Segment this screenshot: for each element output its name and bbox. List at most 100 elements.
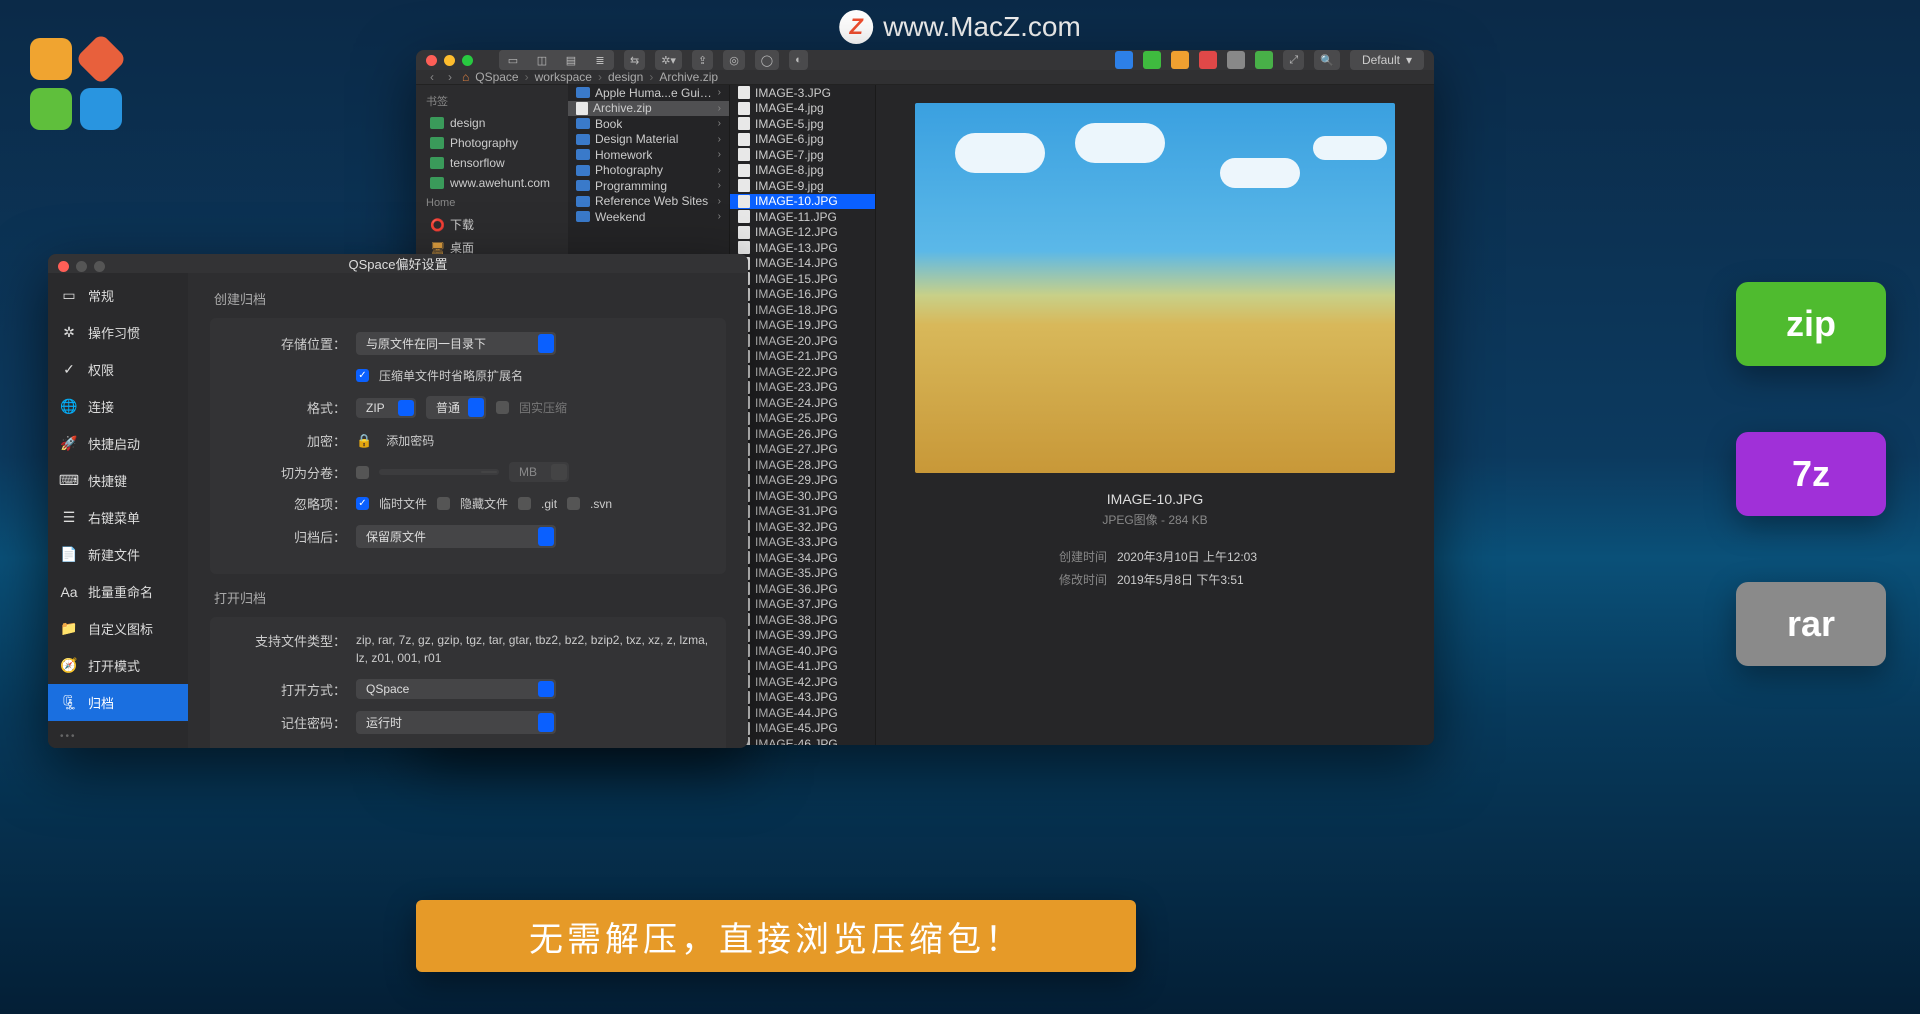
prefs-sidebar-item[interactable]: 📁自定义图标 bbox=[48, 610, 188, 647]
folder-row[interactable]: Book› bbox=[568, 116, 729, 132]
breadcrumb-0[interactable]: QSpace bbox=[475, 70, 518, 84]
workspace-dot-3[interactable] bbox=[1171, 51, 1189, 69]
file-row[interactable]: IMAGE-16.JPG bbox=[730, 287, 875, 303]
folder-row[interactable]: Design Material› bbox=[568, 132, 729, 148]
split-checkbox[interactable] bbox=[356, 466, 369, 479]
storage-select[interactable]: 与原文件在同一目录下 bbox=[356, 332, 556, 355]
maximize-button[interactable] bbox=[462, 55, 473, 66]
sidebar-bookmark-item[interactable]: www.awehunt.com bbox=[416, 173, 568, 193]
sidebar-bookmark-item[interactable]: tensorflow bbox=[416, 153, 568, 173]
file-row[interactable]: IMAGE-41.JPG bbox=[730, 659, 875, 675]
file-row[interactable]: IMAGE-44.JPG bbox=[730, 705, 875, 721]
workspace-dot-2[interactable] bbox=[1143, 51, 1161, 69]
prefs-sidebar-item[interactable]: Aa批量重命名 bbox=[48, 573, 188, 610]
file-row[interactable]: IMAGE-31.JPG bbox=[730, 504, 875, 520]
add-password-link[interactable]: 添加密码 bbox=[386, 432, 434, 449]
folder-row[interactable]: Weekend› bbox=[568, 209, 729, 225]
file-row[interactable]: IMAGE-25.JPG bbox=[730, 411, 875, 427]
file-row[interactable]: IMAGE-29.JPG bbox=[730, 473, 875, 489]
file-row[interactable]: IMAGE-39.JPG bbox=[730, 628, 875, 644]
file-row[interactable]: IMAGE-5.jpg bbox=[730, 116, 875, 132]
file-row[interactable]: IMAGE-15.JPG bbox=[730, 271, 875, 287]
prefs-sidebar-item[interactable]: 🌐连接 bbox=[48, 388, 188, 425]
file-row[interactable]: IMAGE-34.JPG bbox=[730, 550, 875, 566]
tag-button[interactable]: ◯ bbox=[755, 50, 779, 70]
folder-row[interactable]: Apple Huma...e Guidelines› bbox=[568, 85, 729, 101]
breadcrumb-2[interactable]: design bbox=[608, 70, 643, 84]
compression-select[interactable]: 普通 bbox=[426, 396, 486, 419]
prefs-sidebar-item[interactable]: 🗜归档 bbox=[48, 684, 188, 721]
profile-dropdown[interactable]: Default▾ bbox=[1350, 50, 1424, 70]
open-with-select[interactable]: QSpace bbox=[356, 679, 556, 699]
file-row[interactable]: IMAGE-45.JPG bbox=[730, 721, 875, 737]
workspace-dot-1[interactable] bbox=[1115, 51, 1133, 69]
file-row[interactable]: IMAGE-27.JPG bbox=[730, 442, 875, 458]
home-icon[interactable]: ⌂ bbox=[462, 70, 469, 84]
workspace-dot-4[interactable] bbox=[1199, 51, 1217, 69]
file-row[interactable]: IMAGE-14.JPG bbox=[730, 256, 875, 272]
breadcrumb-1[interactable]: workspace bbox=[535, 70, 592, 84]
omit-ext-checkbox[interactable] bbox=[356, 369, 369, 382]
file-row[interactable]: IMAGE-33.JPG bbox=[730, 535, 875, 551]
file-row[interactable]: IMAGE-20.JPG bbox=[730, 333, 875, 349]
folder-row[interactable]: Programming› bbox=[568, 178, 729, 194]
prefs-close-button[interactable] bbox=[58, 261, 69, 272]
file-row[interactable]: IMAGE-4.jpg bbox=[730, 101, 875, 117]
file-row[interactable]: IMAGE-11.JPG bbox=[730, 209, 875, 225]
file-row[interactable]: IMAGE-12.JPG bbox=[730, 225, 875, 241]
file-row[interactable]: IMAGE-6.jpg bbox=[730, 132, 875, 148]
file-row[interactable]: IMAGE-8.jpg bbox=[730, 163, 875, 179]
file-row[interactable]: IMAGE-43.JPG bbox=[730, 690, 875, 706]
airdrop-button[interactable]: ◎ bbox=[723, 50, 745, 70]
remember-pw-select[interactable]: 运行时 bbox=[356, 711, 556, 734]
file-row[interactable]: IMAGE-26.JPG bbox=[730, 426, 875, 442]
file-row[interactable]: IMAGE-36.JPG bbox=[730, 581, 875, 597]
resize-handle[interactable]: ••• bbox=[60, 731, 77, 742]
file-row[interactable]: IMAGE-46.JPG bbox=[730, 736, 875, 745]
file-row[interactable]: IMAGE-35.JPG bbox=[730, 566, 875, 582]
view-options-button[interactable]: ⇆ bbox=[624, 50, 645, 70]
folder-row[interactable]: Archive.zip› bbox=[568, 101, 729, 117]
file-row[interactable]: IMAGE-32.JPG bbox=[730, 519, 875, 535]
file-row[interactable]: IMAGE-3.JPG bbox=[730, 85, 875, 101]
file-row[interactable]: IMAGE-10.JPG bbox=[730, 194, 875, 210]
file-row[interactable]: IMAGE-21.JPG bbox=[730, 349, 875, 365]
prefs-sidebar-item[interactable]: ☰右键菜单 bbox=[48, 499, 188, 536]
file-row[interactable]: IMAGE-28.JPG bbox=[730, 457, 875, 473]
file-row[interactable]: IMAGE-19.JPG bbox=[730, 318, 875, 334]
ignore-temp-checkbox[interactable] bbox=[356, 497, 369, 510]
file-row[interactable]: IMAGE-7.jpg bbox=[730, 147, 875, 163]
expand-button[interactable]: ⤢ bbox=[1283, 50, 1304, 70]
file-row[interactable]: IMAGE-13.JPG bbox=[730, 240, 875, 256]
ignore-hidden-checkbox[interactable] bbox=[437, 497, 450, 510]
prefs-sidebar-item[interactable]: 🚀快捷启动 bbox=[48, 425, 188, 462]
prefs-sidebar-item[interactable]: ⌨快捷键 bbox=[48, 462, 188, 499]
folder-row[interactable]: Homework› bbox=[568, 147, 729, 163]
file-row[interactable]: IMAGE-22.JPG bbox=[730, 364, 875, 380]
ignore-svn-checkbox[interactable] bbox=[567, 497, 580, 510]
sidebar-bookmark-item[interactable]: design bbox=[416, 113, 568, 133]
close-button[interactable] bbox=[426, 55, 437, 66]
workspace-dot-6[interactable] bbox=[1255, 51, 1273, 69]
view-mode-group[interactable]: ▭◫▤≣ bbox=[499, 50, 614, 70]
solid-checkbox[interactable] bbox=[496, 401, 509, 414]
prefs-sidebar-item[interactable]: 🧭打开模式 bbox=[48, 647, 188, 684]
folder-row[interactable]: Photography› bbox=[568, 163, 729, 179]
search-button[interactable]: 🔍 bbox=[1314, 50, 1340, 70]
prefs-sidebar-item[interactable]: ✲操作习惯 bbox=[48, 314, 188, 351]
format-select[interactable]: ZIP bbox=[356, 398, 416, 418]
file-row[interactable]: IMAGE-24.JPG bbox=[730, 395, 875, 411]
sidebar-home-item[interactable]: ⭕下载 bbox=[416, 213, 568, 236]
action-menu-button[interactable]: ✲▾ bbox=[655, 50, 682, 70]
folder-row[interactable]: Reference Web Sites› bbox=[568, 194, 729, 210]
workspace-dot-5[interactable] bbox=[1227, 51, 1245, 69]
breadcrumb-3[interactable]: Archive.zip bbox=[659, 70, 718, 84]
prefs-sidebar-item[interactable]: ✓权限 bbox=[48, 351, 188, 388]
sidebar-bookmark-item[interactable]: Photography bbox=[416, 133, 568, 153]
color-button[interactable]: ◐ bbox=[789, 50, 808, 70]
share-button[interactable]: ⇪ bbox=[692, 50, 713, 70]
file-row[interactable]: IMAGE-40.JPG bbox=[730, 643, 875, 659]
prefs-sidebar-item[interactable]: 📄新建文件 bbox=[48, 536, 188, 573]
nav-back-button[interactable]: ‹ bbox=[430, 70, 434, 84]
file-row[interactable]: IMAGE-18.JPG bbox=[730, 302, 875, 318]
